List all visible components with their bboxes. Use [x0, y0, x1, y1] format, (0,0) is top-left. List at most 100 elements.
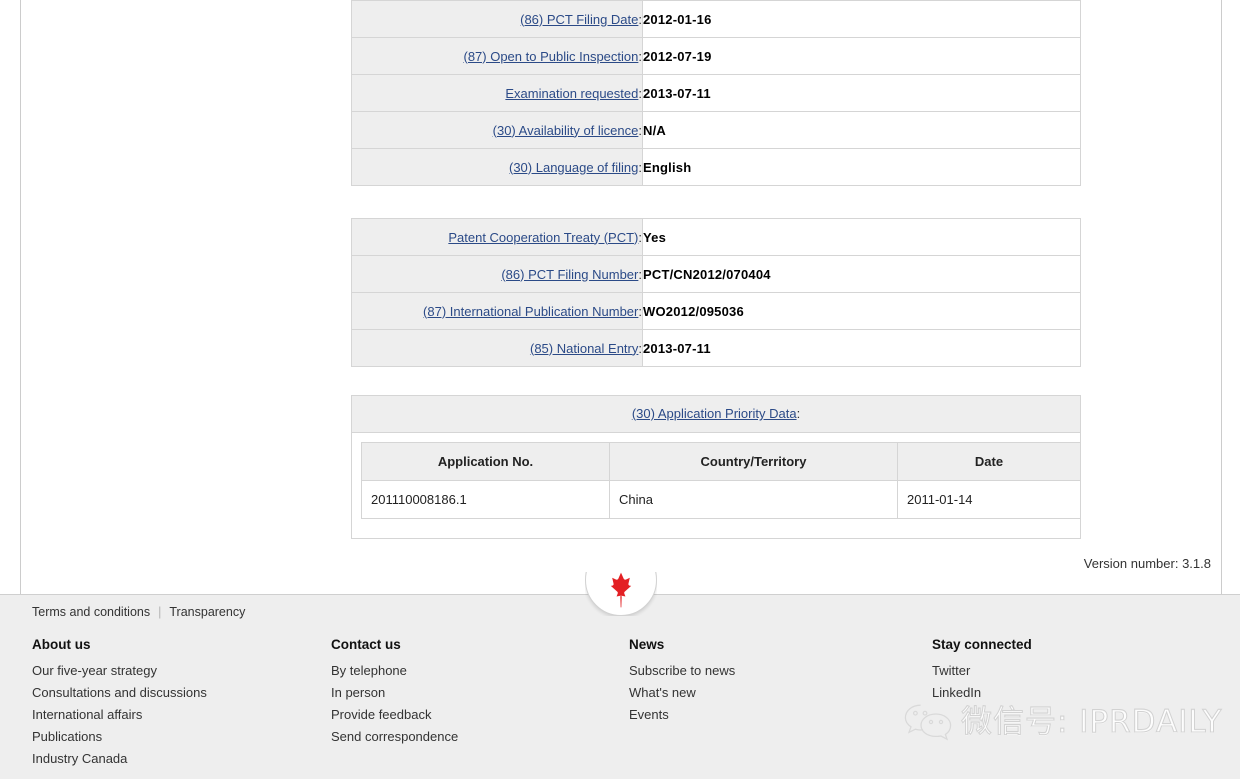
colon: : — [796, 406, 801, 421]
list-item[interactable]: Provide feedback — [331, 704, 458, 726]
colon: : — [638, 303, 642, 319]
application-priority-data-heading: (30) Application Priority Data: — [352, 396, 1080, 433]
list-item[interactable]: Twitter — [932, 660, 1032, 682]
table-header-row: Application No. Country/Territory Date — [361, 442, 1081, 481]
field-value-patent-cooperation-treaty: Yes — [642, 218, 1081, 256]
field-value-examination-requested: 2013-07-11 — [642, 74, 1081, 112]
footer-link-transparency[interactable]: Transparency — [169, 605, 245, 619]
field-value-open-to-public-inspection: 2012-07-19 — [642, 37, 1081, 75]
column-header-date: Date — [897, 442, 1081, 481]
field-link-language-of-filing[interactable]: (30) Language of filing — [509, 160, 638, 175]
cell-date: 2011-01-14 — [897, 480, 1081, 519]
list-item[interactable]: What's new — [629, 682, 735, 704]
page-content-area: (86) PCT Filing Date: 2012-01-16 (87) Op… — [0, 0, 1240, 594]
field-label-cell: (30) Availability of licence: — [351, 111, 643, 149]
list-item[interactable]: By telephone — [331, 660, 458, 682]
table-row: (86) PCT Filing Number: PCT/CN2012/07040… — [351, 255, 1081, 293]
pct-details-table: Patent Cooperation Treaty (PCT): Yes (86… — [351, 218, 1081, 367]
column-header-application-no: Application No. — [361, 442, 610, 481]
footer-column-contact-us: Contact us By telephone In person Provid… — [331, 637, 458, 748]
patent-details-content: (86) PCT Filing Date: 2012-01-16 (87) Op… — [351, 0, 1081, 539]
footer-utility-links: Terms and conditions | Transparency — [32, 605, 245, 619]
column-header-country-territory: Country/Territory — [609, 442, 898, 481]
field-label-cell: (86) PCT Filing Date: — [351, 0, 643, 38]
colon: : — [638, 85, 642, 101]
list-item[interactable]: Industry Canada — [32, 748, 207, 770]
list-item[interactable]: Events — [629, 704, 735, 726]
list-item[interactable]: In person — [331, 682, 458, 704]
footer-column-title-contact-us: Contact us — [331, 637, 401, 652]
page-right-rule — [1221, 0, 1222, 594]
field-label-cell: (86) PCT Filing Number: — [351, 255, 643, 293]
cell-country-territory: China — [609, 480, 898, 519]
footer-list-about-us: Our five-year strategy Consultations and… — [32, 660, 207, 770]
table-row: (85) National Entry: 2013-07-11 — [351, 329, 1081, 367]
footer-list-news: Subscribe to news What's new Events — [629, 660, 735, 726]
cell-application-no: 201110008186.1 — [361, 480, 610, 519]
table-spacer — [351, 367, 1081, 395]
table-row: (87) Open to Public Inspection: 2012-07-… — [351, 37, 1081, 75]
footer-column-about-us: About us Our five-year strategy Consulta… — [32, 637, 207, 770]
application-priority-data-body: Application No. Country/Territory Date 2… — [352, 433, 1081, 538]
field-link-examination-requested[interactable]: Examination requested — [505, 86, 638, 101]
list-item[interactable]: Our five-year strategy — [32, 660, 207, 682]
list-item[interactable]: Subscribe to news — [629, 660, 735, 682]
table-row: (86) PCT Filing Date: 2012-01-16 — [351, 0, 1081, 38]
field-link-pct-filing-date[interactable]: (86) PCT Filing Date — [520, 12, 638, 27]
field-link-pct-filing-number[interactable]: (86) PCT Filing Number — [501, 267, 638, 282]
field-value-language-of-filing: English — [642, 148, 1081, 186]
field-label-cell: (87) International Publication Number: — [351, 292, 643, 330]
list-item[interactable]: International affairs — [32, 704, 207, 726]
field-link-application-priority-data[interactable]: (30) Application Priority Data — [632, 406, 797, 421]
footer-link-separator: | — [158, 605, 162, 619]
footer-list-stay-connected: Twitter LinkedIn — [932, 660, 1032, 704]
field-label-cell: Examination requested: — [351, 74, 643, 112]
footer-column-stay-connected: Stay connected Twitter LinkedIn — [932, 637, 1032, 704]
table-row: (30) Availability of licence: N/A — [351, 111, 1081, 149]
field-value-availability-of-licence: N/A — [642, 111, 1081, 149]
footer-link-columns: About us Our five-year strategy Consulta… — [0, 637, 1240, 777]
field-link-international-publication-number[interactable]: (87) International Publication Number — [423, 304, 638, 319]
colon: : — [638, 340, 642, 356]
field-value-international-publication-number: WO2012/095036 — [642, 292, 1081, 330]
list-item[interactable]: Consultations and discussions — [32, 682, 207, 704]
canada-wordmark-badge — [585, 572, 657, 616]
bibliographic-details-table: (86) PCT Filing Date: 2012-01-16 (87) Op… — [351, 0, 1081, 186]
colon: : — [638, 229, 642, 245]
field-label-cell: (30) Language of filing: — [351, 148, 643, 186]
list-item[interactable]: LinkedIn — [932, 682, 1032, 704]
field-link-patent-cooperation-treaty[interactable]: Patent Cooperation Treaty (PCT) — [448, 230, 638, 245]
footer-column-title-news: News — [629, 637, 665, 652]
page-left-rule — [20, 0, 21, 594]
footer-column-news: News Subscribe to news What's new Events — [629, 637, 735, 726]
footer-link-terms-and-conditions[interactable]: Terms and conditions — [32, 605, 150, 619]
version-number: Version number: 3.1.8 — [1084, 556, 1211, 571]
table-row: (87) International Publication Number: W… — [351, 292, 1081, 330]
footer-column-title-stay-connected: Stay connected — [932, 637, 1032, 652]
application-priority-data-block: (30) Application Priority Data: Applicat… — [351, 395, 1081, 539]
site-footer: Terms and conditions | Transparency About … — [0, 594, 1240, 779]
maple-leaf-icon — [610, 572, 632, 608]
table-row: Examination requested: 2013-07-11 — [351, 74, 1081, 112]
colon: : — [638, 48, 642, 64]
version-number-label: Version number: — [1083, 556, 1179, 571]
colon: : — [638, 266, 642, 282]
field-label-cell: Patent Cooperation Treaty (PCT): — [351, 218, 643, 256]
list-item[interactable]: Send correspondence — [331, 726, 458, 748]
field-label-cell: (85) National Entry: — [351, 329, 643, 367]
colon: : — [638, 122, 642, 138]
field-link-national-entry[interactable]: (85) National Entry — [530, 341, 638, 356]
field-value-pct-filing-date: 2012-01-16 — [642, 0, 1081, 38]
footer-column-title-about-us: About us — [32, 637, 91, 652]
version-number-value: 3.1.8 — [1182, 556, 1211, 571]
colon: : — [638, 11, 642, 27]
field-label-cell: (87) Open to Public Inspection: — [351, 37, 643, 75]
list-item[interactable]: Publications — [32, 726, 207, 748]
table-spacer — [351, 186, 1081, 218]
field-link-open-to-public-inspection[interactable]: (87) Open to Public Inspection — [463, 49, 638, 64]
field-value-national-entry: 2013-07-11 — [642, 329, 1081, 367]
field-value-pct-filing-number: PCT/CN2012/070404 — [642, 255, 1081, 293]
table-row: Patent Cooperation Treaty (PCT): Yes — [351, 218, 1081, 256]
field-link-availability-of-licence[interactable]: (30) Availability of licence — [493, 123, 639, 138]
table-row: (30) Language of filing: English — [351, 148, 1081, 186]
